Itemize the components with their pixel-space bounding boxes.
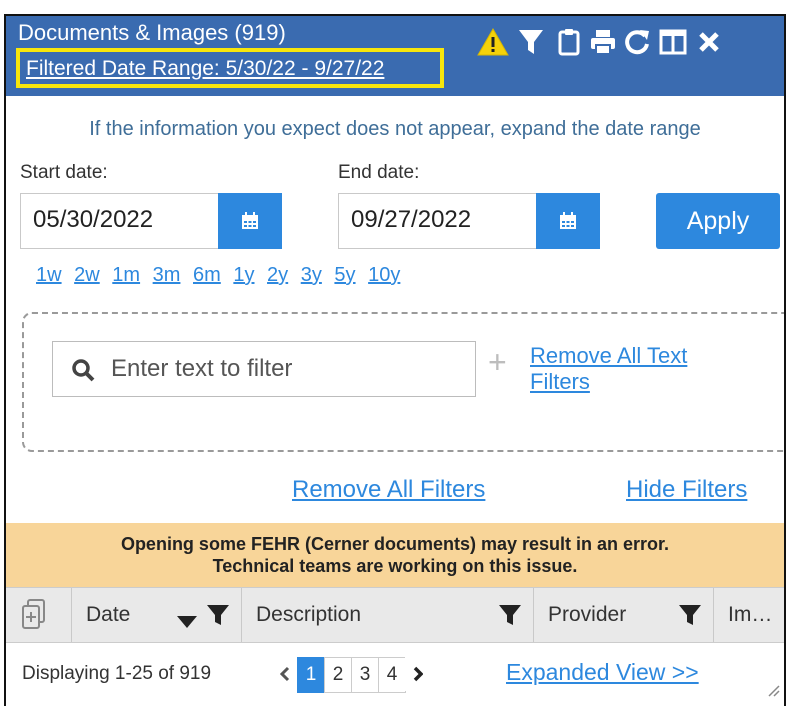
quick-range-1m[interactable]: 1m	[112, 264, 140, 286]
clipboard-icon[interactable]	[552, 24, 586, 60]
column-provider-label: Provider	[548, 603, 627, 626]
end-date-field[interactable]: 09/27/2022	[338, 193, 600, 249]
warning-banner: Opening some FEHR (Cerner documents) may…	[6, 523, 784, 587]
table-footer: Displaying 1-25 of 919 1 2 3 4 Expanded …	[6, 643, 784, 706]
column-images-label: Im…	[728, 603, 773, 626]
add-filter-icon[interactable]: +	[488, 344, 507, 381]
text-filter-placeholder: Enter text to filter	[111, 355, 293, 382]
banner-line-2: Technical teams are working on this issu…	[212, 556, 578, 576]
date-range-hint: If the information you expect does not a…	[89, 118, 701, 140]
print-icon[interactable]	[586, 24, 620, 60]
refresh-icon[interactable]	[620, 24, 654, 60]
page-3[interactable]: 3	[351, 657, 379, 693]
sort-desc-icon[interactable]	[177, 610, 197, 634]
end-date-label: End date:	[338, 162, 420, 183]
quick-range-2y[interactable]: 2y	[267, 264, 288, 286]
quick-range-3y[interactable]: 3y	[301, 264, 322, 286]
text-filter-input[interactable]: Enter text to filter	[52, 341, 476, 397]
warning-icon[interactable]	[476, 24, 510, 60]
page-1[interactable]: 1	[297, 657, 325, 693]
expanded-view-link[interactable]: Expanded View >>	[506, 659, 699, 686]
search-icon	[71, 358, 95, 387]
column-images[interactable]: Im…	[714, 588, 784, 642]
date-filter-icon[interactable]	[207, 604, 229, 632]
documents-icon[interactable]	[6, 588, 72, 642]
close-icon[interactable]	[692, 24, 726, 60]
columns-icon[interactable]	[656, 24, 690, 60]
end-calendar-icon[interactable]	[536, 193, 600, 249]
quick-range-3m[interactable]: 3m	[153, 264, 181, 286]
page-2[interactable]: 2	[324, 657, 352, 693]
start-date-label: Start date:	[20, 162, 108, 183]
quick-range-10y[interactable]: 10y	[368, 264, 400, 286]
filter-icon[interactable]	[514, 24, 548, 60]
hide-filters-link[interactable]: Hide Filters	[626, 476, 747, 504]
documents-images-widget: Documents & Images (919) Filtered Date R…	[4, 14, 786, 706]
pagination: 1 2 3 4	[272, 657, 431, 693]
quick-range-1y[interactable]: 1y	[233, 264, 254, 286]
remove-all-filters-link[interactable]: Remove All Filters	[292, 476, 485, 504]
column-provider[interactable]: Provider	[534, 588, 714, 642]
column-description-label: Description	[256, 603, 362, 626]
next-page-icon[interactable]	[405, 657, 431, 691]
column-date[interactable]: Date	[72, 588, 242, 642]
start-date-field[interactable]: 05/30/2022	[20, 193, 282, 249]
display-count: Displaying 1-25 of 919	[22, 663, 212, 684]
remove-all-text-filters-link[interactable]: Remove All Text Filters	[530, 343, 750, 395]
table-header: Date Description Provider Im…	[6, 587, 784, 643]
column-date-label: Date	[86, 603, 131, 626]
description-filter-icon[interactable]	[499, 604, 521, 632]
resize-grip-icon[interactable]	[766, 683, 780, 702]
quick-range-2w[interactable]: 2w	[74, 264, 100, 286]
date-range-highlight: Filtered Date Range: 5/30/22 - 9/27/22	[16, 48, 444, 88]
page-4[interactable]: 4	[378, 657, 406, 693]
end-date-value: 09/27/2022	[351, 206, 472, 233]
provider-filter-icon[interactable]	[679, 604, 701, 632]
widget-title: Documents & Images (919)	[18, 20, 286, 45]
quick-range-5y[interactable]: 5y	[334, 264, 355, 286]
filtered-date-range-link[interactable]: Filtered Date Range: 5/30/22 - 9/27/22	[26, 57, 384, 81]
banner-line-1: Opening some FEHR (Cerner documents) may…	[120, 534, 670, 554]
apply-button[interactable]: Apply	[656, 193, 780, 249]
column-description[interactable]: Description	[242, 588, 534, 642]
start-calendar-icon[interactable]	[218, 193, 282, 249]
start-date-value: 05/30/2022	[33, 206, 154, 233]
quick-range-6m[interactable]: 6m	[193, 264, 221, 286]
prev-page-icon[interactable]	[272, 657, 298, 691]
quick-range-1w[interactable]: 1w	[36, 264, 62, 286]
quick-range-links: 1w 2w 1m 3m 6m 1y 2y 3y 5y 10y	[36, 264, 407, 287]
widget-header: Documents & Images (919) Filtered Date R…	[6, 16, 784, 96]
